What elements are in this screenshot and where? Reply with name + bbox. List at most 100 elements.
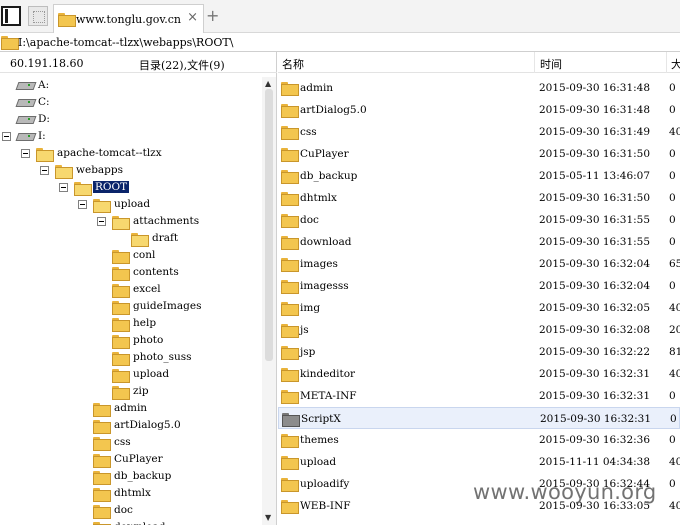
file-name: js — [300, 324, 309, 336]
drive-icon — [17, 97, 33, 107]
folder-icon — [281, 390, 299, 404]
file-row[interactable]: META-INF 2015-09-30 16:32:31 0 — [278, 385, 680, 407]
file-row-hovered[interactable]: ScriptX 2015-09-30 16:32:31 0 — [278, 407, 680, 429]
scroll-up-icon[interactable]: ▲ — [265, 79, 271, 88]
tab-close-button[interactable]: × — [187, 10, 198, 25]
panel-toggle-icon[interactable] — [1, 6, 21, 26]
folder-icon — [281, 170, 299, 184]
folder-icon — [93, 454, 111, 468]
file-row[interactable]: js 2015-09-30 16:32:08 20 — [278, 319, 680, 341]
file-time: 2015-09-30 16:32:05 — [539, 302, 651, 314]
folder-icon — [281, 258, 299, 272]
collapse-toggle-icon[interactable] — [40, 166, 49, 175]
folder-icon — [112, 386, 130, 400]
file-time: 2015-09-30 16:32:31 — [539, 368, 651, 380]
file-size: 0 — [669, 148, 676, 160]
tree-scrollbar[interactable]: ▲ ▼ — [262, 77, 276, 525]
path-text[interactable]: I:\apache-tomcat--tlzx\webapps\ROOT\ — [18, 36, 233, 49]
file-row[interactable]: db_backup 2015-05-11 13:46:07 0 — [278, 165, 680, 187]
collapse-toggle-icon[interactable] — [97, 217, 106, 226]
tree-item-label: admin — [114, 402, 148, 414]
folder-icon — [112, 284, 130, 298]
folder-open-icon — [74, 182, 92, 196]
file-row[interactable]: images 2015-09-30 16:32:04 65 — [278, 253, 680, 275]
tree-item-label: photo — [133, 334, 164, 346]
file-size: 0 — [669, 82, 676, 94]
column-name[interactable]: 名称 — [282, 56, 304, 72]
file-row[interactable]: doc 2015-09-30 16:31:55 0 — [278, 209, 680, 231]
file-time: 2015-09-30 16:32:22 — [539, 346, 651, 358]
column-divider[interactable] — [534, 52, 535, 73]
folder-icon — [281, 368, 299, 382]
file-row[interactable]: admin 2015-09-30 16:31:48 0 — [278, 77, 680, 99]
folder-icon — [281, 456, 299, 470]
file-time: 2015-09-30 16:31:50 — [539, 192, 651, 204]
folder-icon — [281, 434, 299, 448]
file-row[interactable]: CuPlayer 2015-09-30 16:31:50 0 — [278, 143, 680, 165]
file-row[interactable]: jsp 2015-09-30 16:32:22 81 — [278, 341, 680, 363]
file-time: 2015-09-30 16:31:49 — [539, 126, 651, 138]
file-row[interactable]: kindeditor 2015-09-30 16:32:31 40 — [278, 363, 680, 385]
tab-title: www.tonglu.gov.cn — [76, 13, 182, 26]
file-size: 0 — [669, 214, 676, 226]
file-size: 0 — [669, 192, 676, 204]
file-row[interactable]: img 2015-09-30 16:32:05 40 — [278, 297, 680, 319]
tree-item-label: dhtmlx — [114, 487, 151, 499]
tree-item-label: upload — [133, 368, 170, 380]
scroll-thumb[interactable] — [265, 89, 273, 361]
file-time: 2015-09-30 16:31:48 — [539, 104, 651, 116]
file-row[interactable]: themes 2015-09-30 16:32:36 0 — [278, 429, 680, 451]
file-row[interactable]: dhtmlx 2015-09-30 16:31:50 0 — [278, 187, 680, 209]
file-size: 0 — [669, 390, 676, 402]
file-row[interactable]: upload 2015-11-11 04:34:38 40 — [278, 451, 680, 473]
folder-open-icon — [112, 216, 130, 230]
file-size: 40 — [669, 368, 680, 380]
file-name: img — [300, 302, 321, 314]
file-name: artDialog5.0 — [300, 104, 367, 116]
collapse-toggle-icon[interactable] — [2, 132, 11, 141]
collapse-toggle-icon[interactable] — [59, 183, 68, 192]
file-name: uploadify — [300, 478, 350, 490]
tree-item-label: db_backup — [114, 470, 172, 482]
folder-icon — [112, 335, 130, 349]
file-size: 40 — [669, 302, 680, 314]
file-size: 0 — [670, 413, 677, 425]
file-time: 2015-09-30 16:32:04 — [539, 280, 651, 292]
tab-active[interactable]: www.tonglu.gov.cn × — [53, 4, 204, 33]
folder-open-icon — [55, 165, 73, 179]
folder-icon — [281, 236, 299, 250]
file-row[interactable]: download 2015-09-30 16:31:55 0 — [278, 231, 680, 253]
file-row[interactable]: artDialog5.0 2015-09-30 16:31:48 0 — [278, 99, 680, 121]
watermark-text: www.wooyun.org — [473, 480, 657, 504]
folder-icon — [281, 346, 299, 360]
scroll-down-icon[interactable]: ▼ — [265, 513, 271, 522]
collapse-toggle-icon[interactable] — [21, 149, 30, 158]
folder-icon — [281, 280, 299, 294]
file-time: 2015-09-30 16:31:48 — [539, 82, 651, 94]
column-size[interactable]: 大 — [671, 56, 680, 72]
file-name: jsp — [300, 346, 316, 358]
file-size: 0 — [669, 434, 676, 446]
file-size: 65 — [669, 258, 680, 270]
left-header: 60.191.18.60 目录(22),文件(9) — [0, 52, 277, 73]
tree-item-label: doc — [114, 504, 133, 516]
drive-icon — [17, 80, 33, 90]
folder-icon — [112, 352, 130, 366]
folder-icon — [281, 214, 299, 228]
file-time: 2015-09-30 16:32:04 — [539, 258, 651, 270]
file-row[interactable]: css 2015-09-30 16:31:49 40 — [278, 121, 680, 143]
file-name: css — [300, 126, 317, 138]
window-icon[interactable] — [28, 6, 48, 26]
folder-icon — [282, 413, 300, 427]
new-tab-button[interactable]: + — [206, 6, 219, 25]
item-count: 目录(22),文件(9) — [139, 59, 225, 72]
file-row[interactable]: imagesss 2015-09-30 16:32:04 0 — [278, 275, 680, 297]
path-bar[interactable]: I:\apache-tomcat--tlzx\webapps\ROOT\ — [0, 33, 680, 52]
file-name: download — [300, 236, 352, 248]
collapse-toggle-icon[interactable] — [78, 200, 87, 209]
column-time[interactable]: 时间 — [540, 56, 562, 72]
file-name: doc — [300, 214, 319, 226]
tree-item-label: upload — [114, 198, 151, 210]
column-divider[interactable] — [666, 52, 667, 73]
file-size: 40 — [669, 456, 680, 468]
